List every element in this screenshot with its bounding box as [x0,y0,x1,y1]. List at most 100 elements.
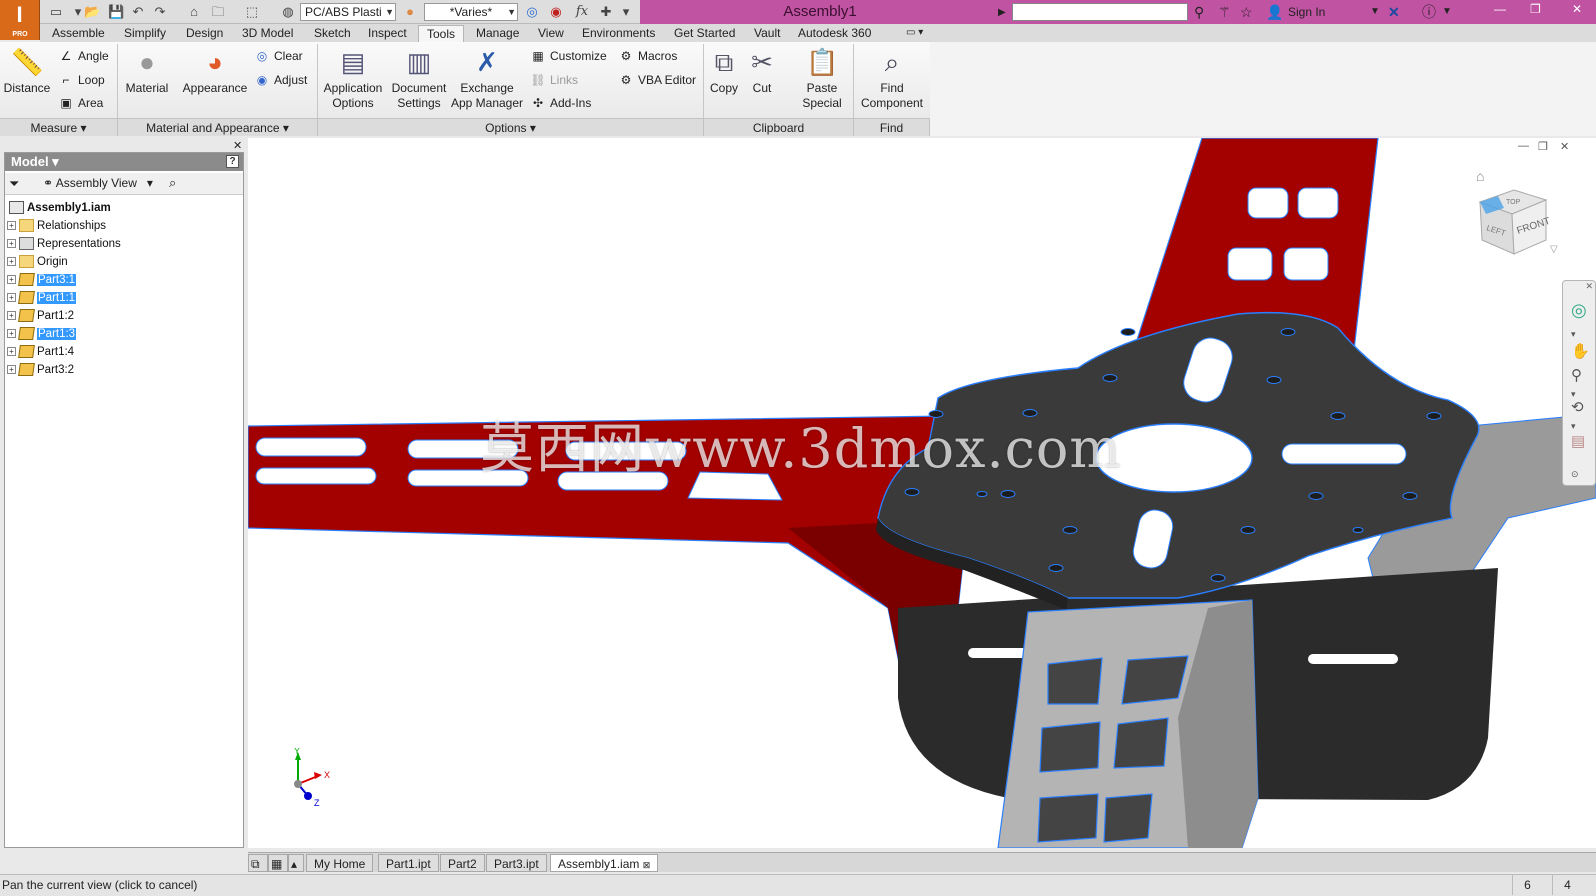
search-icon[interactable]: ⚲ [1194,4,1204,20]
distance-button[interactable]: 📏 Distance [2,46,52,96]
loop-button[interactable]: ⌐ Loop [58,72,104,88]
viewport-close-icon[interactable]: ✕ [1560,140,1569,153]
expand-icon[interactable]: + [7,221,16,231]
fx-parameters-icon[interactable]: fx [574,4,590,20]
steering-wheel-icon[interactable]: ◎ [1571,301,1587,319]
graphics-viewport[interactable]: Y X Z ⌂ TOP LEFT FRONT ▽ — ❐ ✕ 莫西网www.3d… [248,138,1596,848]
save-icon[interactable]: 💾 [108,4,124,20]
tab-vault[interactable]: Vault [746,25,788,41]
expand-icon[interactable]: + [7,311,16,321]
chevron-down-icon[interactable]: ▾ [1571,325,1576,343]
plus-icon[interactable]: ✚ [598,4,614,20]
close-tab-icon[interactable]: ⊠ [643,860,651,870]
doc-tab-assembly1[interactable]: Assembly1.iam ⊠ [550,854,659,872]
clear-button[interactable]: ◎ Clear [254,48,303,64]
assembly-view-dropdown[interactable]: ⚭ Assembly View ▾ [43,176,153,190]
tree-node-representations[interactable]: + Representations [7,235,121,253]
tree-node-relationships[interactable]: + Relationships [7,217,106,235]
tab-tools[interactable]: Tools [418,25,465,43]
expand-icon[interactable]: + [7,293,16,303]
close-navbar-icon[interactable]: ✕ [1585,281,1593,292]
tab-inspect[interactable]: Inspect [360,25,415,41]
look-at-icon[interactable]: ▤ [1571,433,1585,451]
area-button[interactable]: ▣ Area [58,95,103,111]
tab-list-icon[interactable]: ▴ [288,854,304,872]
help-search-input[interactable] [1012,3,1188,21]
open-folder-icon[interactable]: 📂 [84,4,100,20]
paste-special-button[interactable]: 📋 Paste Special [796,46,848,111]
doc-tab-part1[interactable]: Part1.ipt [378,854,439,872]
navbar-menu-icon[interactable]: ⊙ [1571,465,1579,483]
document-settings-button[interactable]: ▥ Document Settings [388,46,450,111]
viewcube[interactable]: TOP LEFT FRONT [1474,182,1554,268]
close-browser-icon[interactable]: ✕ [233,139,242,152]
project-icon[interactable]: 🗀 [210,4,226,20]
adjust-button[interactable]: ◉ Adjust [254,72,308,88]
expand-icon[interactable]: + [7,347,16,357]
tree-node-part[interactable]: + Part1:1 [7,289,77,307]
application-options-button[interactable]: ▤ Application Options [320,46,386,111]
vba-editor-button[interactable]: ⚙ VBA Editor [618,72,696,88]
customize-dropdown-icon[interactable]: ▾ [618,4,634,20]
chevron-down-icon[interactable]: ▼ [1442,4,1452,20]
tab-3d-model[interactable]: 3D Model [234,25,301,41]
adjust-appearance-icon[interactable]: ◉ [548,4,564,20]
expand-icon[interactable]: + [7,239,16,249]
favorite-star-icon[interactable]: ☆ [1240,4,1253,20]
zoom-icon[interactable]: ⚲ [1571,367,1582,385]
material-button[interactable]: ● Material [120,46,174,96]
restore-icon[interactable]: ❐ [1530,2,1541,16]
user-icon[interactable]: 👤 [1266,4,1283,20]
undo-icon[interactable]: ↶ [130,4,146,20]
help-icon[interactable]: ⓘ [1422,4,1436,20]
appearance-combo[interactable]: *Varies* ▼ [424,3,518,21]
tree-node-part[interactable]: + Part3:2 [7,361,74,379]
expand-icon[interactable]: + [7,275,16,285]
tree-node-part[interactable]: + Part1:3 [7,325,77,343]
links-button[interactable]: ⛓ Links [530,72,578,88]
pan-hand-icon[interactable]: ✋ [1571,343,1590,361]
clear-appearance-icon[interactable]: ◎ [524,4,540,20]
sign-in-link[interactable]: Sign In [1288,5,1325,19]
tab-autodesk-360[interactable]: Autodesk 360 [790,25,879,41]
doc-tab-part3[interactable]: Part3.ipt [486,854,547,872]
options-panel-label[interactable]: Options ▾ [318,118,704,136]
tree-root-assembly[interactable]: Assembly1.iam [9,199,111,217]
appearance-button[interactable]: ◕ Appearance [180,46,250,96]
customize-button[interactable]: ▦ Customize [530,48,606,64]
expand-icon[interactable]: + [7,257,16,267]
expand-search-icon[interactable]: ▶ [998,5,1006,21]
redo-icon[interactable]: ↷ [152,4,168,20]
select-icon[interactable]: ⬚ [244,4,260,20]
app-logo[interactable]: I PRO [0,0,40,40]
appearance-ball-icon[interactable]: ● [402,4,418,20]
material-appearance-panel-label[interactable]: Material and Appearance ▾ [118,118,318,136]
tab-manage[interactable]: Manage [468,25,527,41]
new-file-icon[interactable]: ▭ [48,4,64,20]
tile-windows-icon[interactable]: ⧉ [248,854,268,872]
measure-panel-label[interactable]: Measure ▾ [0,118,118,136]
find-binoculars-icon[interactable]: ⌕ [169,175,176,191]
tab-view[interactable]: View [530,25,572,41]
subscription-icon[interactable]: ⚚ [1218,4,1231,20]
tab-sketch[interactable]: Sketch [306,25,359,41]
exchange-app-manager-button[interactable]: ✗ Exchange App Manager [450,46,524,111]
minimize-icon[interactable]: — [1494,2,1506,16]
tree-node-origin[interactable]: + Origin [7,253,68,271]
help-icon[interactable]: ? [226,155,239,168]
doc-tab-my-home[interactable]: My Home [306,854,374,872]
tree-node-part[interactable]: + Part1:2 [7,307,74,325]
globe-icon[interactable]: ◍ [280,4,296,20]
exchange-x-icon[interactable]: ✕ [1388,4,1400,20]
chevron-down-icon[interactable]: ▼ [1370,4,1380,20]
find-component-button[interactable]: ⌕ Find Component [856,46,928,111]
orbit-icon[interactable]: ⟲ [1571,399,1584,417]
tree-node-part[interactable]: + Part3:1 [7,271,77,289]
expand-icon[interactable]: + [7,365,16,375]
doc-tab-part2[interactable]: Part2 [440,854,485,872]
viewport-restore-icon[interactable]: ❐ [1538,140,1548,153]
cascade-windows-icon[interactable]: ▦ [268,854,288,872]
tab-environments[interactable]: Environments [574,25,663,41]
expand-icon[interactable]: + [7,329,16,339]
close-icon[interactable]: ✕ [1572,2,1582,16]
